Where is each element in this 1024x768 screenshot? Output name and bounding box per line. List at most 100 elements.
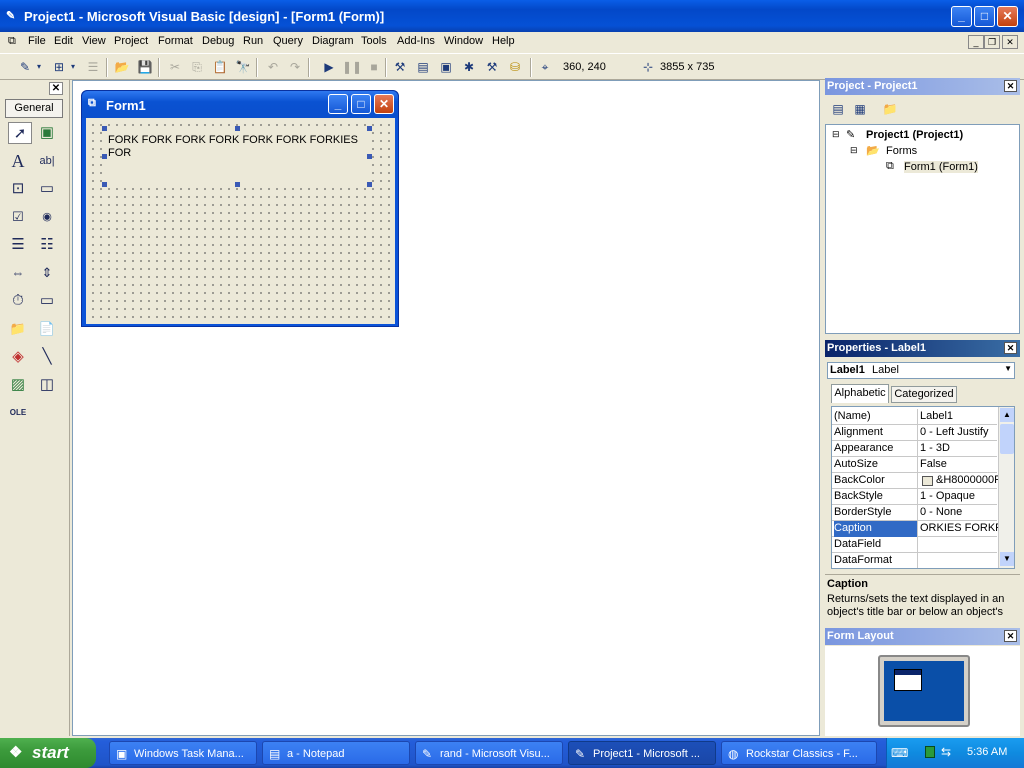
picturebox-tool-icon[interactable]: ▣ — [35, 122, 59, 144]
form-designer-window[interactable]: ⧉ Form1 _ □ ✕ FORK FORK FORK FORK FORK F… — [81, 90, 399, 327]
properties-panel-close-button[interactable]: ✕ — [1004, 342, 1017, 354]
property-row[interactable]: (Name) Label1 — [832, 409, 997, 425]
clock[interactable]: 5:36 AM — [967, 746, 1007, 758]
property-row[interactable]: BackStyle 1 - Opaque — [832, 489, 997, 505]
undo-icon[interactable]: ↶ — [264, 58, 282, 76]
form-layout-icon[interactable]: ▣ — [437, 58, 455, 76]
start-run-icon[interactable]: ▶ — [320, 58, 338, 76]
property-row[interactable]: AutoSize False — [832, 457, 997, 473]
paste-icon[interactable]: 📋 — [211, 58, 229, 76]
data-tool-icon[interactable]: ◫ — [35, 374, 59, 396]
cut-icon[interactable]: ✂ — [166, 58, 184, 76]
object-selector[interactable]: Label1 Label ▼ — [827, 362, 1015, 379]
view-code-icon[interactable]: ▤ — [829, 100, 847, 118]
property-row[interactable]: Alignment 0 - Left Justify — [832, 425, 997, 441]
property-row[interactable]: DataFormat — [832, 553, 997, 568]
tree-collapse-icon[interactable]: ⊟ — [832, 129, 840, 140]
start-button[interactable]: ❖ start — [0, 738, 96, 768]
toolbox-general-tab[interactable]: General — [5, 99, 63, 118]
property-row[interactable]: DataField — [832, 537, 997, 553]
resize-handle[interactable] — [102, 182, 107, 187]
resize-handle[interactable] — [367, 154, 372, 159]
project-panel-close-button[interactable]: ✕ — [1004, 80, 1017, 92]
open-project-icon[interactable]: 📂 — [113, 58, 131, 76]
break-icon[interactable]: ❚❚ — [342, 58, 362, 76]
dirlistbox-tool-icon[interactable]: 📁 — [6, 318, 30, 340]
save-project-icon[interactable]: 💾 — [136, 58, 154, 76]
vscrollbar-tool-icon[interactable]: ⇕ — [35, 262, 59, 284]
toggle-folders-icon[interactable]: 📁 — [881, 100, 899, 118]
form-title-bar[interactable]: ⧉ Form1 _ □ ✕ — [82, 91, 398, 118]
project-explorer-icon[interactable]: ⚒ — [391, 58, 409, 76]
app-tray-icon[interactable] — [925, 746, 935, 758]
view-object-icon[interactable]: ▦ — [851, 100, 869, 118]
add-project-dropdown-icon[interactable]: ▾ — [34, 58, 44, 76]
resize-handle[interactable] — [102, 154, 107, 159]
task-notepad[interactable]: ▤ a - Notepad — [262, 741, 410, 765]
task-project1-vb[interactable]: ✎ Project1 - Microsoft ... — [568, 741, 716, 765]
hscrollbar-tool-icon[interactable]: ⇔ — [6, 262, 30, 284]
task-task-manager[interactable]: ▣ Windows Task Mana... — [109, 741, 257, 765]
property-row[interactable]: BorderStyle 0 - None — [832, 505, 997, 521]
menu-edit[interactable]: Edit — [54, 35, 73, 47]
menu-file[interactable]: File — [28, 35, 46, 47]
resize-handle[interactable] — [235, 182, 240, 187]
menu-add-ins[interactable]: Add-Ins — [397, 35, 435, 47]
form-canvas[interactable]: FORK FORK FORK FORK FORK FORK FORKIES FO… — [86, 118, 395, 324]
mdi-form-icon[interactable]: ⧉ — [8, 35, 16, 48]
tab-categorized[interactable]: Categorized — [891, 386, 957, 403]
data-view-icon[interactable]: ⛁ — [506, 58, 524, 76]
menu-project[interactable]: Project — [114, 35, 148, 47]
mdi-minimize-button[interactable]: _ — [968, 35, 984, 49]
copy-icon[interactable]: ⎘ — [188, 58, 206, 76]
form-minimize-button[interactable]: _ — [328, 94, 348, 114]
drivelistbox-tool-icon[interactable]: ▭ — [35, 290, 59, 312]
timer-tool-icon[interactable]: ⏱ — [6, 290, 30, 312]
form-close-button[interactable]: ✕ — [374, 94, 394, 114]
menu-tools[interactable]: Tools — [361, 35, 387, 47]
frame-tool-icon[interactable]: ⊡ — [6, 178, 30, 200]
menu-query[interactable]: Query — [273, 35, 303, 47]
scroll-thumb[interactable] — [1000, 424, 1014, 454]
toolbox-icon[interactable]: ⚒ — [483, 58, 501, 76]
network-icon[interactable]: ⇆ — [941, 745, 951, 759]
label-tool-icon[interactable]: A — [6, 150, 30, 172]
end-run-icon[interactable]: ■ — [365, 58, 383, 76]
optionbutton-tool-icon[interactable]: ◉ — [35, 206, 59, 228]
mdi-close-button[interactable]: ✕ — [1002, 35, 1018, 49]
textbox-tool-icon[interactable]: ab| — [35, 150, 59, 172]
scroll-up-icon[interactable]: ▲ — [1000, 408, 1014, 422]
menu-window[interactable]: Window — [444, 35, 483, 47]
form-position-preview[interactable] — [894, 669, 922, 691]
label1-control[interactable]: FORK FORK FORK FORK FORK FORK FORKIES FO… — [104, 128, 372, 186]
property-scrollbar[interactable]: ▲ ▼ — [998, 407, 1014, 568]
mdi-restore-button[interactable]: ❐ — [984, 35, 1000, 49]
close-button[interactable]: ✕ — [997, 6, 1018, 27]
resize-handle[interactable] — [102, 126, 107, 131]
listbox-tool-icon[interactable]: ☷ — [35, 234, 59, 256]
toolbox-close-button[interactable]: ✕ — [49, 82, 63, 95]
add-form-icon[interactable]: ⊞ — [50, 58, 68, 76]
menu-help[interactable]: Help — [492, 35, 515, 47]
property-row[interactable]: Appearance 1 - 3D — [832, 441, 997, 457]
pointer-tool-icon[interactable]: ➚ — [8, 122, 32, 144]
redo-icon[interactable]: ↷ — [286, 58, 304, 76]
filelistbox-tool-icon[interactable]: 📄 — [35, 318, 59, 340]
form-layout-close-button[interactable]: ✕ — [1004, 630, 1017, 642]
keyboard-icon[interactable]: ⌨ — [891, 746, 908, 760]
resize-handle[interactable] — [367, 182, 372, 187]
shape-tool-icon[interactable]: ◈ — [6, 346, 30, 368]
tab-alphabetic[interactable]: Alphabetic — [831, 384, 889, 403]
checkbox-tool-icon[interactable]: ☑ — [6, 206, 30, 228]
property-row[interactable]: BackColor &H8000000F — [832, 473, 998, 489]
menu-editor-icon[interactable]: ☰ — [84, 58, 102, 76]
menu-format[interactable]: Format — [158, 35, 193, 47]
image-tool-icon[interactable]: ▨ — [6, 374, 30, 396]
combobox-tool-icon[interactable]: ☰ — [6, 234, 30, 256]
menu-view[interactable]: View — [82, 35, 106, 47]
add-form-dropdown-icon[interactable]: ▾ — [68, 58, 78, 76]
form-maximize-button[interactable]: □ — [351, 94, 371, 114]
commandbutton-tool-icon[interactable]: ▭ — [35, 178, 59, 200]
tree-collapse-icon[interactable]: ⊟ — [850, 145, 858, 156]
chevron-down-icon[interactable]: ▼ — [1004, 364, 1012, 373]
